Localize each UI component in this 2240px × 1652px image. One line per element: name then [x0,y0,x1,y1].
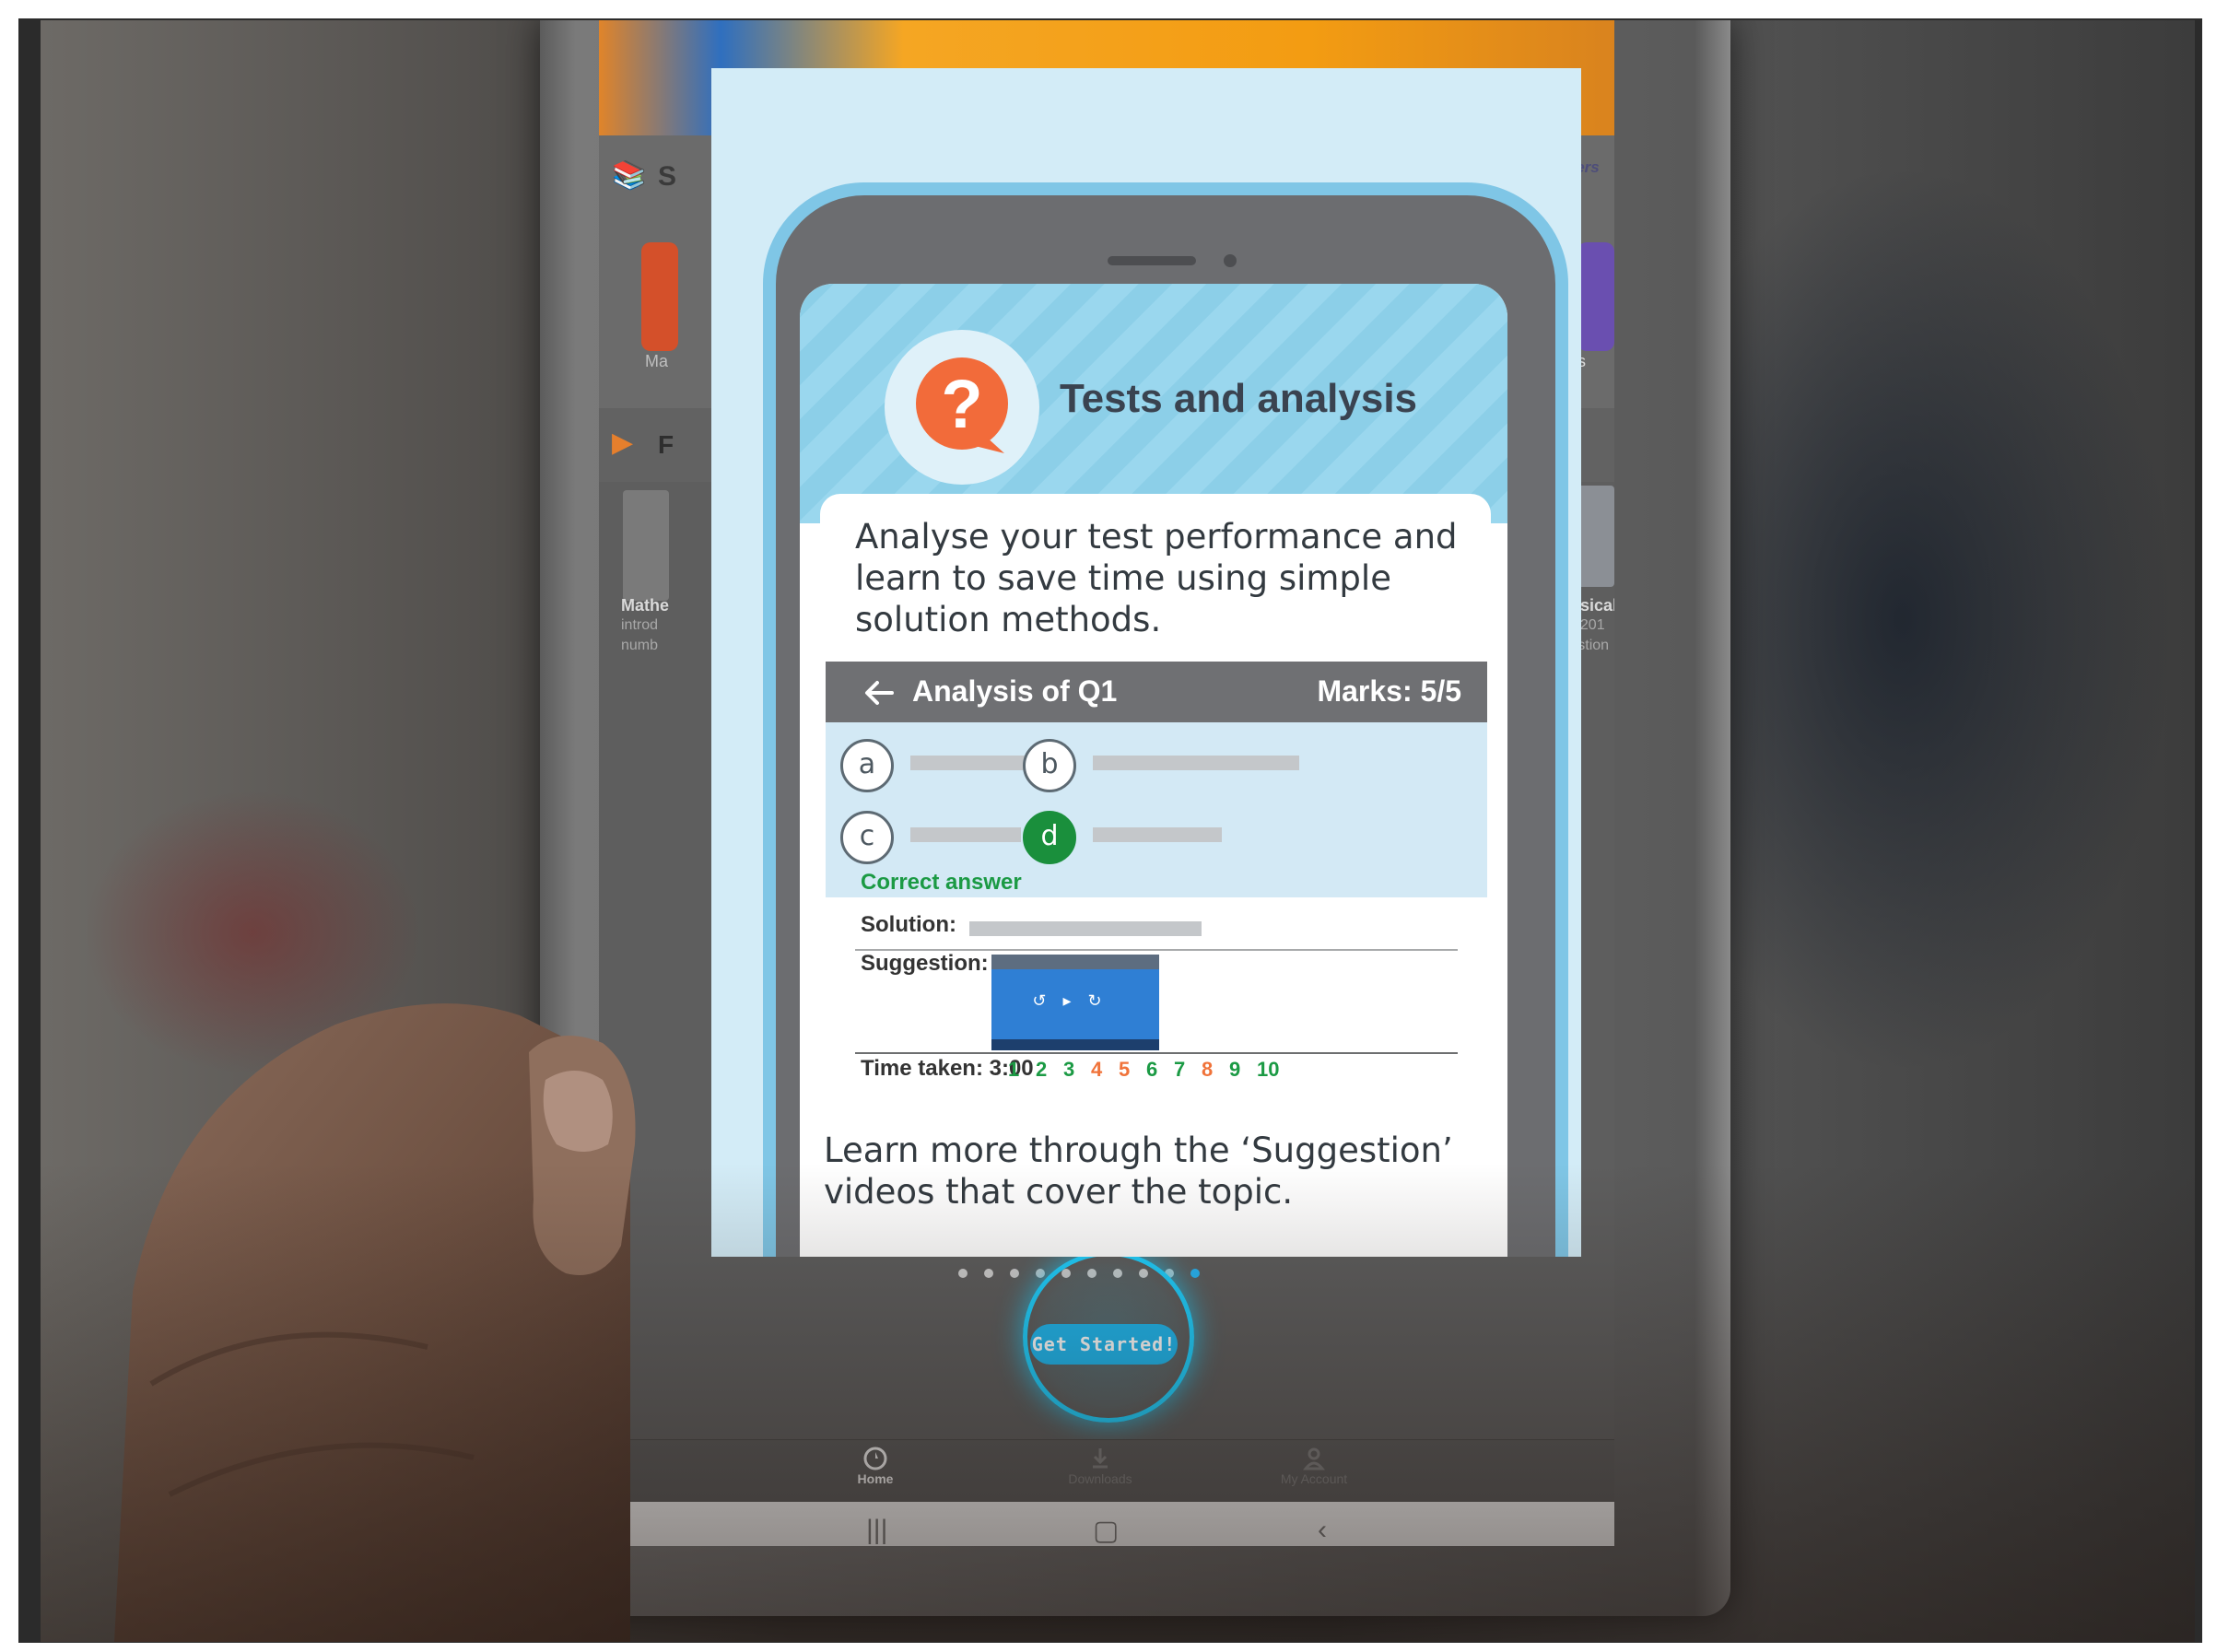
get-started-button[interactable]: Get Started! [1030,1324,1178,1365]
option-b-text-placeholder [1093,756,1299,770]
marks-label: Marks: 5/5 [1317,674,1461,708]
analysis-header: Analysis of Q1 Marks: 5/5 [826,662,1487,722]
question-number: 4 [1091,1058,1103,1081]
video-progress-bar [991,1039,1159,1050]
subject-label-maths: Ma [645,352,669,370]
recent-apps-icon[interactable]: ||| [866,1515,887,1546]
question-badge: ? [885,330,1039,485]
back-arrow-icon [865,681,894,705]
nav-my-account-label: My Account [1280,1471,1348,1486]
onboarding-card: ? Tests and analysis Analyse your test p… [711,68,1581,1257]
question-number: 3 [1063,1058,1075,1081]
question-bubble-icon: ? [916,357,1008,453]
video-top-bar [991,955,1159,969]
pager-dot[interactable] [1061,1269,1071,1278]
compass-icon [863,1447,887,1470]
pager-dot[interactable] [1087,1269,1097,1278]
option-c: c [840,811,894,864]
question-number: 2 [1036,1058,1048,1081]
suggestion-label: Suggestion: [861,951,989,976]
nav-downloads[interactable]: Downloads [1026,1446,1174,1486]
photo-frame: 📚 S papers Ma udies ▶ F Mathe introd num… [18,18,2202,1643]
pager-dot[interactable] [1165,1269,1174,1278]
download-icon [1093,1448,1108,1469]
option-d-text-placeholder [1093,827,1222,842]
home-square-icon[interactable]: ▢ [1093,1515,1119,1546]
question-number: 1 [1008,1058,1020,1081]
nav-home[interactable]: Home [802,1446,949,1486]
phone-camera [1224,254,1237,267]
section-title-partial: S [658,161,677,192]
footer-text: Learn more through the ‘Suggestion’ vide… [824,1131,1453,1212]
books-icon: 📚 [612,160,647,191]
pager-dot[interactable] [1190,1269,1200,1278]
option-a: a [840,739,894,792]
question-number: 9 [1229,1058,1241,1081]
analysis-panel: Analysis of Q1 Marks: 5/5 a b c d Correc [826,662,1487,1085]
tap-highlight-ring [1023,1251,1194,1423]
system-navigation-bar: ||| ▢ ‹ [599,1502,1614,1546]
question-number: 8 [1202,1058,1214,1081]
question-number: 10 [1257,1058,1280,1081]
subject-tile-studies[interactable] [1577,242,1614,351]
solution-text-placeholder [969,921,1202,936]
pager-dot[interactable] [984,1269,993,1278]
pager-dot[interactable] [1010,1269,1019,1278]
videos-title-partial: F [658,430,674,459]
subject-tile-maths[interactable] [641,242,678,351]
onboarding-title: Tests and analysis [1060,376,1418,421]
video-camera-icon: ▶ [612,428,634,458]
correct-answer-label: Correct answer [861,870,1022,895]
suggestion-video-thumbnail: ↺▸↻ [991,955,1159,1050]
option-d-correct: d [1023,811,1076,864]
intro-text: Analyse your test performance and learn … [855,517,1458,639]
analysis-title: Analysis of Q1 [912,674,1118,708]
hero-banner: ? Tests and analysis [800,284,1507,523]
back-chevron-icon[interactable]: ‹ [1318,1515,1327,1546]
phone-speaker [1108,256,1196,265]
question-number: 5 [1119,1058,1131,1081]
math-card-line1: introd [621,617,659,633]
nav-home-label: Home [857,1471,894,1486]
pager-dot[interactable] [1139,1269,1148,1278]
bottom-navigation: Home Downloads My Account [599,1439,1614,1503]
nav-my-account[interactable]: My Account [1240,1446,1388,1486]
nav-downloads-label: Downloads [1068,1471,1132,1486]
math-video-thumb[interactable] [623,490,669,601]
video-playback-controls-icon: ↺▸↻ [1032,991,1119,1010]
math-card-line2: numb [621,638,659,653]
option-b: b [1023,739,1076,792]
option-c-text-placeholder [910,827,1021,842]
user-icon [1302,1447,1326,1470]
pager-dot[interactable] [958,1269,968,1278]
options-area: a b c d Correct answer [826,722,1487,897]
pager-dot[interactable] [1113,1269,1122,1278]
svg-text:?: ? [941,366,982,442]
pager-dot[interactable] [1036,1269,1045,1278]
phone-screen: ? Tests and analysis Analyse your test p… [800,284,1507,1257]
photo-background: 📚 S papers Ma udies ▶ F Mathe introd num… [41,20,2195,1642]
solution-label: Solution: [861,912,956,937]
math-card-title: Mathe [621,596,670,615]
pager-dots [958,1269,1200,1278]
divider [855,1052,1458,1054]
question-number: 7 [1174,1058,1186,1081]
question-number: 6 [1146,1058,1158,1081]
intro-box: Analyse your test performance and learn … [820,494,1491,656]
